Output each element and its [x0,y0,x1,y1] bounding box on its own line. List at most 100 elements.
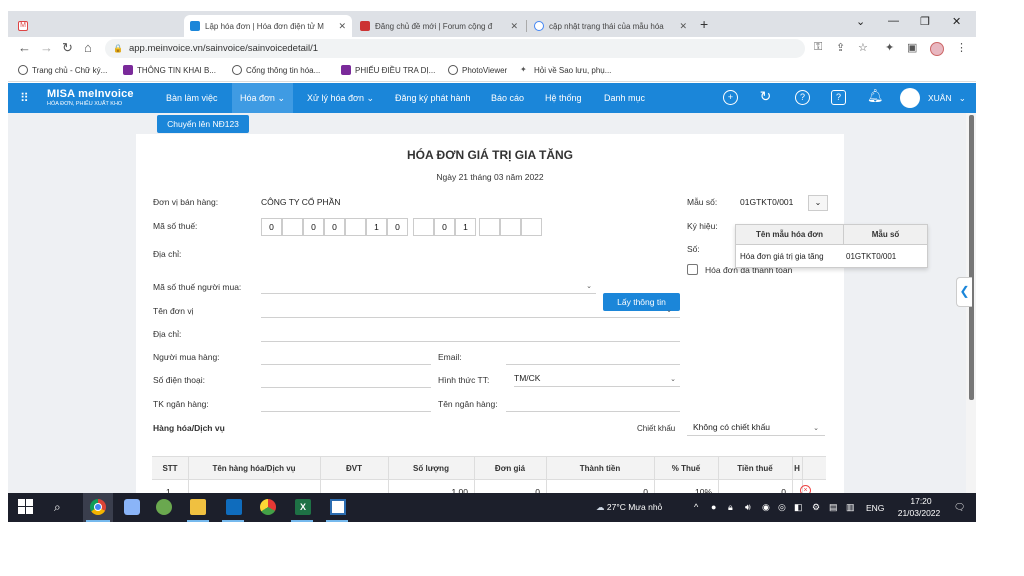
restore-icon[interactable]: ❐ [920,15,930,28]
weather-widget[interactable]: ☁ 27°C Mưa nhỏ [596,502,662,513]
menu-xu-ly-hoa-don[interactable]: Xử lý hóa đơn ⌄ [307,83,374,113]
tab-gmail[interactable]: M [12,15,182,37]
tab-google-search[interactable]: cập nhật trạng thái của mẫu hóa ✕ [528,15,693,37]
email-input[interactable] [506,364,680,365]
tab-meinvoice[interactable]: Lập hóa đơn | Hóa đơn điện tử M ✕ [184,15,352,37]
tab-forum[interactable]: Đăng chủ đề mới | Forum cộng đ ✕ [354,15,524,37]
bank-account-input[interactable] [261,411,431,412]
close-window-icon[interactable]: ✕ [952,15,961,28]
bank-name-input[interactable] [506,411,680,412]
tax-digit[interactable]: 0 [324,218,345,236]
calculator-icon[interactable] [330,499,346,515]
new-tab-icon[interactable]: + [700,16,708,32]
tax-digit[interactable] [345,218,366,236]
url-input[interactable]: 🔒 app.meinvoice.vn/sainvoice/sainvoicede… [105,39,805,58]
tax-digit[interactable]: 0 [261,218,282,236]
bookmark-item[interactable]: PhotoViewer [448,65,507,75]
bookmark-item[interactable]: THÔNG TIN KHAI B... [123,65,216,75]
tray-app-icon[interactable]: ● [711,502,716,512]
tray-chevron-icon[interactable]: ^ [694,502,698,512]
buyer-address-input[interactable] [261,341,680,342]
chrome-menu-icon[interactable]: ⋮ [956,41,967,54]
tax-digit[interactable] [521,218,542,236]
menu-ban-lam-viec[interactable]: Bàn làm việc [166,83,218,113]
unit-name-select[interactable]: ⌄ [261,302,680,318]
extensions-icon[interactable]: ✦ [885,41,894,54]
bookmark-item[interactable]: ✦ Hỏi về Sao lưu, phụ... [520,65,611,75]
app-icon[interactable] [260,499,276,515]
tax-digit[interactable]: 1 [366,218,387,236]
refresh-icon[interactable]: ↻ [758,89,773,105]
convert-nd123-button[interactable]: Chuyển lên NĐ123 [157,115,249,133]
home-icon[interactable]: ⌂ [84,40,92,55]
tax-digit[interactable]: 1 [455,218,476,236]
menu-bao-cao[interactable]: Báo cáo [491,83,524,113]
minimize-icon[interactable]: — [888,15,899,27]
close-tab-icon[interactable]: ✕ [679,21,687,32]
bookmark-item[interactable]: Trang chủ - Chữ ký... [18,65,107,75]
clock-time[interactable]: 17:20 [901,496,941,506]
buyer-name-input[interactable] [261,364,431,365]
bookmark-item[interactable]: PHIẾU ĐIỀU TRA DỊ... [341,65,435,75]
tray-app-icon[interactable]: ⚙ [812,502,820,513]
network-icon[interactable]: ▥ [846,502,855,513]
forward-icon[interactable]: → [40,40,53,55]
help-icon[interactable]: ? [795,90,810,105]
scrollbar-thumb[interactable] [969,115,974,400]
popup-row-name[interactable]: Hóa đơn giá trị gia tăng [740,247,824,267]
app-grid-icon[interactable]: ⠿ [20,92,29,104]
tray-app-icon[interactable]: ◧ [794,502,803,513]
bookmark-item[interactable]: Cổng thông tin hóa... [232,65,320,75]
back-icon[interactable]: ← [18,40,31,55]
chat-help-icon[interactable]: ? [831,90,846,105]
remote-desktop-icon[interactable] [124,499,140,515]
tax-digit[interactable]: 0 [303,218,324,236]
profile-avatar[interactable] [930,42,944,56]
template-value[interactable]: 01GTKT0/001 [740,197,793,207]
tray-app-icon[interactable]: ◎ [778,502,786,513]
tax-digit[interactable]: 0 [434,218,455,236]
share-icon[interactable]: ⇪ [836,41,845,54]
tax-digit[interactable] [282,218,303,236]
buyer-tax-select[interactable]: ⌄ [261,278,596,294]
user-avatar[interactable] [900,88,920,108]
search-icon[interactable]: ⌕ [54,499,70,515]
excel-icon[interactable]: X [295,499,311,515]
notifications-icon[interactable]: 🗨 [954,502,965,513]
tax-digit[interactable] [479,218,500,236]
chrome-icon[interactable] [90,499,106,515]
tray-app-icon[interactable]: ▤ [829,502,838,513]
menu-he-thong[interactable]: Hệ thống [545,83,582,113]
tax-digit[interactable]: 0 [387,218,408,236]
menu-danh-muc[interactable]: Danh mục [604,83,645,113]
tray-lock-icon[interactable]: 🔒︎ [728,502,733,513]
user-menu[interactable]: XUÂN ⌄ [928,83,966,113]
outlook-icon[interactable] [226,499,242,515]
tray-app-icon[interactable]: ◉ [762,502,770,513]
close-tab-icon[interactable]: ✕ [338,21,346,32]
tax-digit[interactable] [500,218,521,236]
payment-method-select[interactable]: TM/CK ⌄ [514,371,680,387]
paint-icon[interactable] [156,499,172,515]
reload-icon[interactable]: ↻ [62,40,73,56]
discount-select[interactable]: Không có chiết khấu ⌄ [687,419,825,436]
tax-digit[interactable] [413,218,434,236]
bell-icon[interactable]: 🔔︎ [867,89,884,105]
volume-icon[interactable]: 🔊︎ [745,502,751,513]
close-tab-icon[interactable]: ✕ [510,21,518,32]
clock-date[interactable]: 21/03/2022 [889,508,949,518]
collapse-panel-icon[interactable]: ❮ [956,277,972,307]
bookmark-star-icon[interactable]: ☆ [858,41,868,54]
misa-logo[interactable]: MISA meInvoice HÓA ĐƠN, PHIẾU XUẤT KHO [47,88,134,107]
side-panel-icon[interactable]: ▣ [907,41,917,54]
tab-search-icon[interactable]: ⌄ [856,15,865,28]
paid-checkbox[interactable] [687,264,698,275]
phone-input[interactable] [261,387,431,388]
template-dropdown-button[interactable]: ⌄ [808,195,828,211]
menu-dang-ky-phat-hanh[interactable]: Đăng ký phát hành [395,83,471,113]
popup-row-code[interactable]: 01GTKT0/001 [846,247,896,267]
add-icon[interactable]: + [723,90,738,105]
windows-start-icon[interactable] [18,499,34,515]
language-indicator[interactable]: ENG [866,503,884,513]
file-explorer-icon[interactable] [190,499,206,515]
